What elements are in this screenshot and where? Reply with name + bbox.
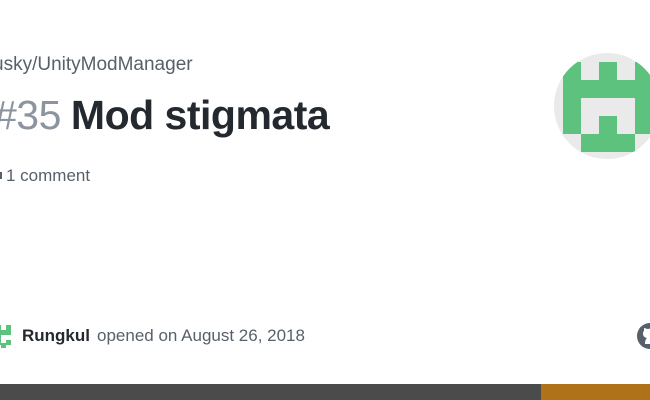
comment-count[interactable]: 1 comment: [0, 166, 90, 186]
issue-number: #35: [0, 92, 61, 138]
author-avatar[interactable]: [0, 323, 12, 349]
opened-date: opened on August 26, 2018: [97, 326, 305, 345]
issue-title-text: Mod stigmata: [70, 92, 330, 138]
repo-path[interactable]: usky/UnityModManager: [0, 54, 193, 76]
issue-author-row: Rungkul opened on August 26, 2018: [0, 323, 305, 349]
language-bar-primary: [0, 384, 541, 400]
identicon-avatar: [554, 53, 650, 159]
author-name[interactable]: Rungkul: [22, 326, 90, 346]
language-bar-accent: [541, 384, 650, 400]
comment-count-label: 1 comment: [6, 166, 91, 185]
comment-icon: [0, 169, 2, 183]
github-mark-icon[interactable]: [636, 322, 650, 350]
issue-title: #35 Mod stigmata: [0, 90, 330, 140]
